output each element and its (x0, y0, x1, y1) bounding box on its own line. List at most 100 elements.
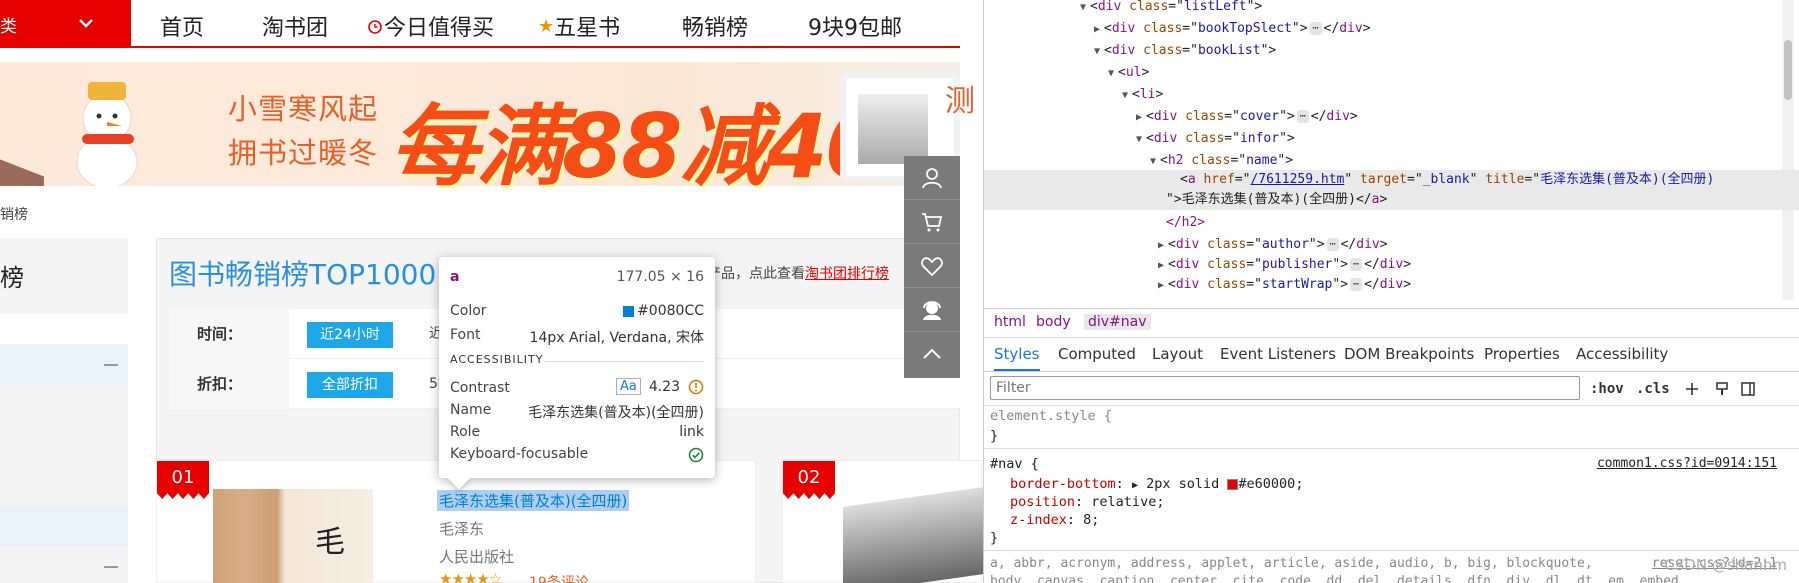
triangle-down-icon[interactable]: ▼ (1108, 63, 1118, 85)
triangle-right-icon[interactable]: ▶ (1094, 19, 1104, 41)
dom-node-anchor[interactable]: <a href="/7611259.htm" target="_blank" t… (1180, 170, 1714, 192)
dom-tag: <li> (1132, 87, 1164, 102)
dom-node-author[interactable]: ▶ <div class="author"> ⋯ </div> (1158, 234, 1388, 256)
nav-item-bestseller[interactable]: 畅销榜 (682, 10, 748, 42)
dom-node-ul[interactable]: ▼ <ul> (1108, 62, 1149, 84)
tab-dom-breakpoints[interactable]: DOM Breakpoints (1344, 345, 1474, 363)
rank-badge: 02 (783, 461, 835, 499)
filter-option-all-discount[interactable]: 全部折扣 (307, 372, 393, 398)
css-property-z-index[interactable]: z-index: 8; (1010, 512, 1099, 528)
triangle-right-icon[interactable]: ▶ (1158, 275, 1168, 297)
sidebar-item-selected[interactable] (0, 506, 128, 546)
collapse-icon[interactable] (104, 364, 118, 366)
devtools-panel: ▼ <div class="listLeft"> ▶ <div class="book… (983, 0, 1799, 583)
triangle-down-icon[interactable]: ▼ (1094, 41, 1104, 63)
dom-node-anchor-text[interactable]: ">毛泽东选集(普及本)(全四册)</a> (1166, 190, 1387, 212)
scrollbar-thumb[interactable] (1784, 40, 1792, 100)
dom-breadcrumb: html body div#nav (984, 308, 1799, 338)
paint-brush-icon[interactable] (1714, 381, 1730, 397)
dom-close-tag: </div> (1323, 21, 1371, 36)
tab-accessibility[interactable]: Accessibility (1576, 345, 1668, 363)
check-circle-icon (688, 447, 704, 463)
favorites-button[interactable] (904, 244, 960, 288)
tab-styles[interactable]: Styles (994, 345, 1040, 371)
book-title-link[interactable]: 毛泽东选集(普及本)(全四册) (437, 490, 630, 511)
tab-event-listeners[interactable]: Event Listeners (1220, 345, 1336, 363)
breadcrumb: 销榜 (0, 207, 28, 223)
add-rule-icon[interactable] (1684, 381, 1700, 397)
book-author[interactable]: 毛泽东 (439, 518, 484, 539)
crumb-body[interactable]: body (1036, 314, 1071, 330)
nav-rule-selector[interactable]: #nav { (990, 456, 1039, 472)
triangle-right-icon[interactable]: ▶ (1136, 107, 1146, 129)
tab-computed[interactable]: Computed (1058, 345, 1136, 363)
css-property-position[interactable]: position: relative; (1010, 494, 1164, 510)
sidebar-toggle-icon[interactable] (1740, 381, 1756, 397)
nav-item-taoshutuan[interactable]: 淘书团 (262, 10, 328, 42)
nav-item-free-shipping[interactable]: 9块9包邮 (808, 10, 902, 42)
dom-node-li[interactable]: ▼ <li> (1122, 84, 1163, 106)
tooltip-divider (545, 361, 703, 362)
crumb-html[interactable]: html (994, 314, 1026, 330)
collapsed-ellipsis-icon[interactable]: ⋯ (1326, 238, 1339, 251)
expand-triangle-icon[interactable]: ▶ (1132, 480, 1138, 491)
promo-banner[interactable]: 小雪寒风起 拥书过暖冬 每满88减40 测 (0, 62, 975, 198)
dom-scrollbar[interactable] (1782, 0, 1794, 300)
service-button[interactable] (904, 288, 960, 332)
reset-rule-selector-2[interactable]: body, canvas, caption, center, cite, cod… (990, 574, 1687, 583)
inspect-tooltip: a 177.05 × 16 Color #0080CC Font 14px Ar… (439, 257, 715, 490)
dom-node-startWrap[interactable]: ▶ <div class="startWrap"> ⋯ </div> (1158, 274, 1411, 296)
book-publisher[interactable]: 人民出版社 (439, 546, 514, 567)
reset-rule-selector[interactable]: a, abbr, acronym, address, applet, artic… (990, 556, 1593, 571)
category-menu[interactable]: 类 (0, 0, 131, 48)
nav-item-home[interactable]: 首页 (160, 10, 204, 42)
collapsed-ellipsis-icon[interactable]: ⋯ (1350, 278, 1363, 291)
snowman-illustration (76, 82, 138, 186)
tooltip-color-label: Color (450, 303, 487, 319)
dom-node-div[interactable]: ▼ <div class="infor"> (1136, 128, 1295, 150)
cart-button[interactable] (904, 200, 960, 244)
book-cover[interactable] (843, 487, 983, 583)
tooltip-tag: a (450, 269, 460, 285)
color-swatch-icon[interactable] (1227, 478, 1239, 490)
hover-state-toggle[interactable]: :hov (1590, 381, 1624, 397)
review-count-link[interactable]: 19条评论 (529, 572, 589, 583)
styles-filter-input[interactable]: Filter (990, 376, 1580, 400)
triangle-down-icon[interactable]: ▼ (1080, 0, 1090, 19)
ranking-note-text: 产品，点此查看 (707, 266, 805, 282)
back-to-top-button[interactable] (904, 332, 960, 376)
ranking-link[interactable]: 淘书团排行榜 (805, 266, 889, 282)
element-style-selector[interactable]: element.style { (990, 408, 1112, 424)
triangle-down-icon[interactable]: ▼ (1150, 151, 1160, 173)
banner-line-1: 小雪寒风起 (228, 92, 379, 126)
warning-icon (688, 379, 704, 394)
dom-node-div[interactable]: ▶ <div class="bookTopSlect"> ⋯ </div> (1094, 18, 1371, 40)
tab-layout[interactable]: Layout (1152, 345, 1203, 363)
anchor-href[interactable]: /7611259.htm (1250, 172, 1344, 187)
book-cover[interactable]: 毛 (213, 489, 373, 583)
crumb-div-nav[interactable]: div#nav (1084, 314, 1151, 330)
rule-divider (984, 550, 1799, 551)
collapse-icon[interactable] (104, 566, 118, 568)
class-toggle[interactable]: .cls (1636, 381, 1670, 397)
nav-item-deals[interactable]: 今日值得买 (366, 10, 494, 42)
user-button[interactable] (904, 156, 960, 200)
dom-node-h2[interactable]: ▼ <h2 class="name"> (1150, 150, 1293, 172)
nav-item-five-star[interactable]: ★ 五星书 (538, 10, 620, 42)
devtools-subtabs: Styles Computed Layout Event Listeners D… (984, 338, 1799, 372)
filter-option-24h[interactable]: 近24小时 (307, 322, 393, 348)
dom-node-publisher[interactable]: ▶ <div class="publisher"> ⋯ </div> (1158, 254, 1411, 276)
collapsed-ellipsis-icon[interactable]: ⋯ (1309, 22, 1322, 35)
dom-tag: <div class="cover"> (1146, 109, 1295, 124)
dom-node-div[interactable]: ▼ <div class="bookList"> (1094, 40, 1276, 62)
dom-node-div[interactable]: ▶ <div class="cover"> ⋯ </div> (1136, 106, 1358, 128)
dom-node-div[interactable]: ▼ <div class="listLeft"> (1080, 0, 1262, 18)
css-property-border-bottom[interactable]: border-bottom: ▶ 2px solid #e60000; (1010, 476, 1303, 492)
rule-source-link[interactable]: common1.css?id=0914:151 (1597, 456, 1777, 471)
triangle-down-icon[interactable]: ▼ (1136, 129, 1146, 151)
dom-node-h2-close[interactable]: </h2> (1166, 212, 1205, 234)
collapsed-ellipsis-icon[interactable]: ⋯ (1296, 110, 1309, 123)
collapsed-ellipsis-icon[interactable]: ⋯ (1350, 258, 1363, 271)
triangle-down-icon[interactable]: ▼ (1122, 85, 1132, 107)
tab-properties[interactable]: Properties (1484, 345, 1560, 363)
